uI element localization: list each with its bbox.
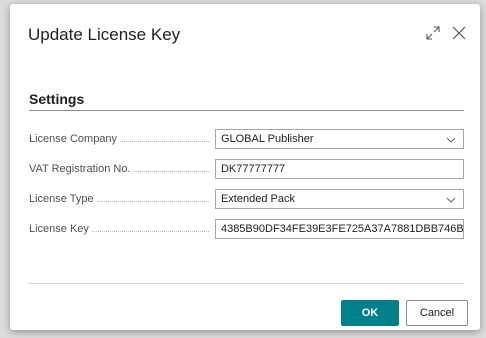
section-divider bbox=[29, 110, 464, 111]
chevron-down-icon bbox=[446, 197, 456, 203]
update-license-key-dialog: Update License Key Settings License Comp… bbox=[10, 4, 480, 330]
section-title-settings: Settings bbox=[29, 91, 85, 107]
license-type-row: License Type Extended Pack bbox=[29, 189, 464, 209]
vat-registration-row: VAT Registration No. DK77777777 bbox=[29, 159, 464, 179]
license-type-label: License Type bbox=[29, 193, 94, 205]
ok-button[interactable]: OK bbox=[341, 300, 399, 326]
leader-dots bbox=[120, 140, 209, 142]
expand-icon[interactable] bbox=[424, 24, 442, 42]
license-type-select[interactable]: Extended Pack bbox=[214, 189, 464, 209]
window-controls bbox=[424, 24, 468, 42]
close-icon[interactable] bbox=[450, 24, 468, 42]
chevron-down-icon bbox=[446, 137, 456, 143]
license-key-label: License Key bbox=[29, 223, 89, 235]
cancel-button[interactable]: Cancel bbox=[406, 300, 468, 326]
vat-registration-label: VAT Registration No. bbox=[29, 163, 131, 175]
license-type-value: Extended Pack bbox=[220, 193, 295, 205]
vat-registration-input[interactable]: DK77777777 bbox=[214, 159, 464, 179]
license-company-row: License Company GLOBAL Publisher bbox=[29, 129, 464, 149]
footer-divider bbox=[28, 283, 464, 284]
leader-dots bbox=[96, 200, 209, 202]
vat-registration-value: DK77777777 bbox=[220, 163, 286, 175]
dialog-title: Update License Key bbox=[28, 25, 181, 44]
license-key-row: License Key 4385B90DF34FE39E3FE725A37A78… bbox=[29, 219, 464, 239]
license-key-input[interactable]: 4385B90DF34FE39E3FE725A37A7881DBB746B73E bbox=[214, 219, 464, 239]
license-company-label: License Company bbox=[29, 133, 118, 145]
license-company-value: GLOBAL Publisher bbox=[220, 133, 314, 145]
license-company-select[interactable]: GLOBAL Publisher bbox=[214, 129, 464, 149]
license-key-value: 4385B90DF34FE39E3FE725A37A7881DBB746B73E bbox=[220, 223, 464, 235]
leader-dots bbox=[91, 230, 209, 232]
leader-dots bbox=[133, 170, 209, 172]
